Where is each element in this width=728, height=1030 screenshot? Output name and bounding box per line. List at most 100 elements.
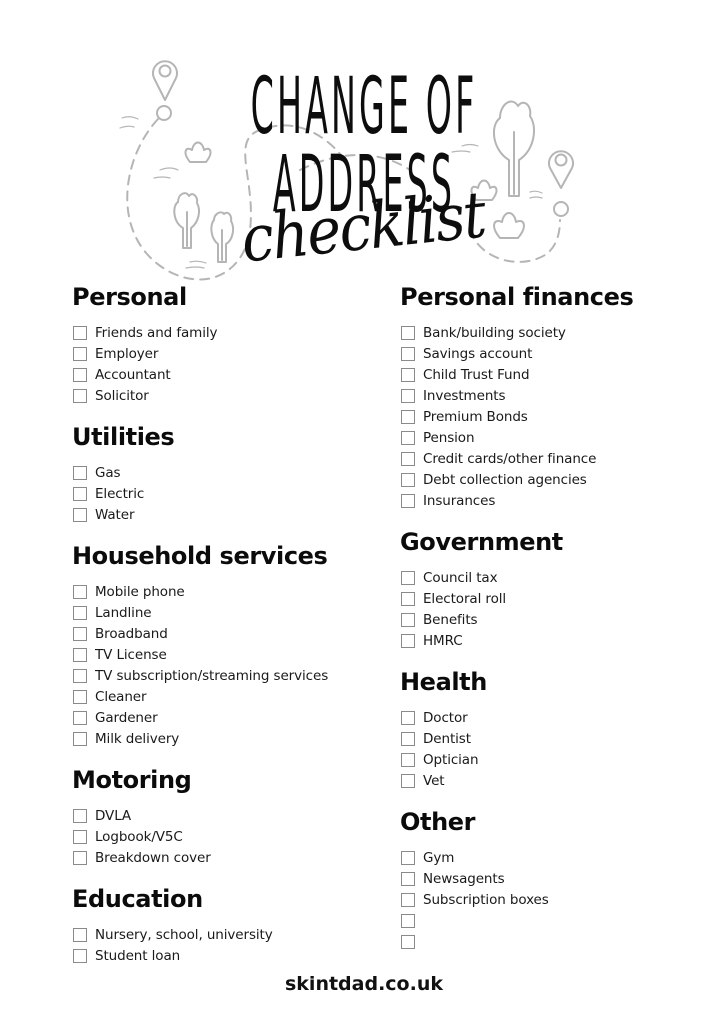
checkbox[interactable] [401,451,415,466]
checkbox[interactable] [401,388,415,403]
checklist-item-label: Gym [423,849,455,866]
checkbox[interactable] [401,934,415,949]
checkbox[interactable] [73,647,87,662]
checklist-item[interactable]: Benefits [400,609,710,630]
checklist-item[interactable]: Insurances [400,490,710,511]
checkbox[interactable] [73,486,87,501]
checkbox[interactable] [73,346,87,361]
checkbox[interactable] [401,871,415,886]
checkbox[interactable] [401,773,415,788]
checklist-item[interactable]: Broadband [72,623,372,644]
checklist-item[interactable]: Doctor [400,707,710,728]
checklist-item[interactable]: Debt collection agencies [400,469,710,490]
section-heading: Motoring [72,766,192,794]
checklist-item[interactable]: Cleaner [72,686,372,707]
checkbox[interactable] [73,731,87,746]
checkbox[interactable] [401,913,415,928]
checklist-item[interactable]: Solicitor [72,385,372,406]
checklist-item[interactable]: Gardener [72,707,372,728]
checklist-item[interactable]: DVLA [72,805,372,826]
checklist-item[interactable]: Breakdown cover [72,847,372,868]
checkbox[interactable] [401,346,415,361]
checklist-item[interactable]: Bank/building society [400,322,710,343]
checkbox[interactable] [73,689,87,704]
checklist-item-label: Employer [95,345,159,362]
checkbox[interactable] [401,612,415,627]
checklist-item[interactable]: Logbook/V5C [72,826,372,847]
checklist-section: Education Nursery, school, university Stud… [72,882,372,966]
checklist-item[interactable]: Dentist [400,728,710,749]
checklist-item[interactable]: Landline [72,602,372,623]
checklist-item-label: Gardener [95,709,158,726]
checkbox[interactable] [401,850,415,865]
checkbox[interactable] [73,584,87,599]
checkbox[interactable] [401,493,415,508]
checklist-item[interactable]: Optician [400,749,710,770]
checkbox[interactable] [401,367,415,382]
checklist-item[interactable]: TV License [72,644,372,665]
checklist-item[interactable]: Nursery, school, university [72,924,372,945]
checklist-item-label: Council tax [423,569,498,586]
checklist-item[interactable] [400,931,710,952]
checkbox[interactable] [73,850,87,865]
checkbox[interactable] [401,633,415,648]
checkbox[interactable] [73,367,87,382]
checkbox[interactable] [73,325,87,340]
checklist-section: Government Council tax Electoral roll Benef… [400,525,710,651]
checklist-item[interactable]: Vet [400,770,710,791]
checklist-item-label: DVLA [95,807,132,824]
checkbox[interactable] [401,409,415,424]
checklist-item[interactable]: Water [72,504,372,525]
checkbox[interactable] [73,948,87,963]
checklist-item[interactable]: Friends and family [72,322,372,343]
checklist-item[interactable]: Premium Bonds [400,406,710,427]
checkbox[interactable] [401,892,415,907]
checklist-item[interactable]: Savings account [400,343,710,364]
checkbox[interactable] [401,430,415,445]
checklist-item[interactable]: Milk delivery [72,728,372,749]
section-heading: Education [72,885,203,913]
checklist-item[interactable]: Newsagents [400,868,710,889]
section-heading: Government [400,528,563,556]
checklist-item[interactable]: Child Trust Fund [400,364,710,385]
checkbox[interactable] [73,668,87,683]
checklist-item[interactable]: Mobile phone [72,581,372,602]
checklist-item[interactable]: Council tax [400,567,710,588]
checkbox[interactable] [73,710,87,725]
checklist-item[interactable]: Electric [72,483,372,504]
checkbox[interactable] [73,507,87,522]
checkbox[interactable] [73,927,87,942]
checkbox[interactable] [73,605,87,620]
checklist-item[interactable]: Gas [72,462,372,483]
title-banner: CHANGE OF ADDRESS checklist [0,0,728,290]
map-pin-icon [152,60,178,121]
checkbox[interactable] [401,731,415,746]
checklist-item[interactable]: Employer [72,343,372,364]
checklist-item[interactable]: HMRC [400,630,710,651]
checklist-section: Other Gym Newsagents Subscription boxes [400,805,710,952]
checkbox[interactable] [401,472,415,487]
checklist-item[interactable]: Gym [400,847,710,868]
checkbox[interactable] [73,808,87,823]
checklist-item[interactable]: Electoral roll [400,588,710,609]
checklist-item-label: Dentist [423,730,471,747]
checklist-section: Utilities Gas Electric Water [72,420,372,525]
checklist-item[interactable] [400,910,710,931]
checkbox[interactable] [401,752,415,767]
checklist-item[interactable]: TV subscription/streaming services [72,665,372,686]
checkbox[interactable] [73,626,87,641]
checklist-item[interactable]: Credit cards/other finance [400,448,710,469]
checklist-item[interactable]: Investments [400,385,710,406]
checkbox[interactable] [401,591,415,606]
checklist-item[interactable]: Student loan [72,945,372,966]
checkbox[interactable] [73,465,87,480]
checkbox[interactable] [401,325,415,340]
checkbox[interactable] [73,829,87,844]
checklist-item-label: Electoral roll [423,590,507,607]
checklist-item[interactable]: Subscription boxes [400,889,710,910]
checklist-item[interactable]: Pension [400,427,710,448]
checkbox[interactable] [73,388,87,403]
checkbox[interactable] [401,710,415,725]
checklist-item[interactable]: Accountant [72,364,372,385]
checkbox[interactable] [401,570,415,585]
